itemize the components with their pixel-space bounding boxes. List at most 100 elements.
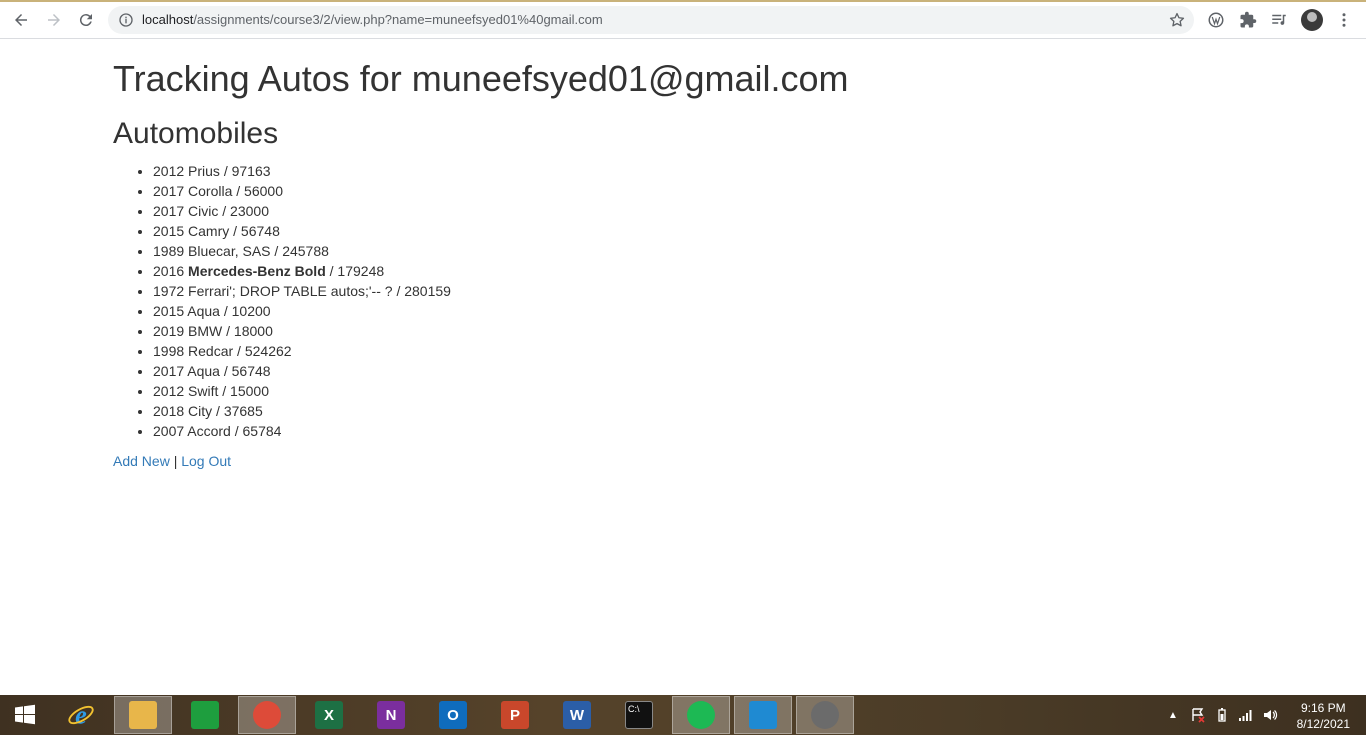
clock-time: 9:16 PM	[1300, 701, 1346, 715]
auto-mileage: / 56000	[232, 183, 283, 199]
action-center-flag-icon[interactable]	[1190, 707, 1206, 723]
auto-year-make: 2012 Prius	[153, 163, 220, 179]
network-signal-icon[interactable]	[1238, 707, 1254, 723]
start-button[interactable]	[0, 696, 50, 734]
onenote-icon: N	[377, 701, 405, 729]
vscode-icon	[749, 701, 777, 729]
taskbar-app-vscode[interactable]	[734, 696, 792, 734]
auto-mileage: / 37685	[212, 403, 263, 419]
taskbar-app-outlook[interactable]: O	[424, 696, 482, 734]
media-queue-icon[interactable]	[1269, 10, 1289, 30]
auto-mileage: / 524262	[233, 343, 292, 359]
auto-list-item: 2016 Mercedes-Benz Bold / 179248	[153, 261, 451, 281]
tray-overflow-chevron-icon[interactable]: ▲	[1168, 710, 1178, 721]
info-icon[interactable]	[118, 12, 134, 28]
word-icon: W	[563, 701, 591, 729]
spotify-icon	[687, 701, 715, 729]
arrow-left-icon	[15, 14, 27, 26]
forward-button[interactable]	[41, 7, 67, 33]
internet-explorer-icon: e	[68, 700, 94, 729]
taskbar-app-onenote[interactable]: N	[362, 696, 420, 734]
system-tray: ▲	[1168, 695, 1278, 735]
url-path: /assignments/course3/2/view.php?name=mun…	[193, 12, 603, 27]
section-heading: Automobiles	[113, 117, 279, 150]
auto-mileage: / 10200	[219, 303, 271, 319]
store-icon	[191, 701, 219, 729]
auto-list-item: 1989 Bluecar, SAS / 245788	[153, 241, 451, 261]
logout-link[interactable]: Log Out	[181, 453, 231, 469]
auto-mileage: / 18000	[222, 323, 273, 339]
auto-list-item: 2017 Civic / 23000	[153, 201, 451, 221]
auto-list-item: 1972 Ferrari'; DROP TABLE autos;'-- ? / …	[153, 281, 451, 301]
auto-mileage: / 179248	[325, 263, 385, 279]
powerpoint-icon: P	[501, 701, 529, 729]
taskbar: e X N O P W C:\ ▲ 9:16 PM 8/12/2021	[0, 695, 1366, 735]
taskbar-app-file-explorer[interactable]	[114, 696, 172, 734]
link-separator: |	[169, 453, 182, 469]
bookmark-star-icon[interactable]	[1168, 11, 1186, 29]
page-title: Tracking Autos for muneefsyed01@gmail.co…	[113, 58, 849, 99]
action-links: Add New | Log Out	[113, 451, 231, 471]
taskbar-app-spotify[interactable]	[672, 696, 730, 734]
auto-list-item: 2007 Accord / 65784	[153, 421, 451, 441]
taskbar-app-command-prompt[interactable]: C:\	[610, 696, 668, 734]
auto-list-item: 2017 Corolla / 56000	[153, 181, 451, 201]
auto-mileage: / 15000	[218, 383, 269, 399]
outlook-icon: O	[439, 701, 467, 729]
excel-icon: X	[315, 701, 343, 729]
auto-year-make: 2018 City	[153, 403, 213, 419]
file-explorer-icon	[129, 701, 157, 729]
auto-year-make: 1998 Redcar	[153, 343, 234, 359]
auto-year-make: 2016	[153, 263, 189, 279]
auto-year-make: 2015 Camry	[153, 223, 230, 239]
autos-list: 2012 Prius / 971632017 Corolla / 5600020…	[113, 161, 451, 441]
auto-year-make: 1989 Bluecar, SAS	[153, 243, 271, 259]
auto-list-item: 2018 City / 37685	[153, 401, 451, 421]
taskbar-app-excel[interactable]: X	[300, 696, 358, 734]
taskbar-app-internet-explorer[interactable]: e	[52, 696, 110, 734]
profile-avatar[interactable]	[1301, 9, 1323, 31]
add-new-link[interactable]: Add New	[113, 453, 170, 469]
auto-year-make: 1972 Ferrari'; DROP TABLE autos;'-- ?	[153, 283, 393, 299]
taskbar-app-chrome[interactable]	[238, 696, 296, 734]
taskbar-app-store[interactable]	[176, 696, 234, 734]
wordpress-extension-icon[interactable]	[1206, 10, 1226, 30]
taskbar-clock[interactable]: 9:16 PM 8/12/2021	[1297, 700, 1350, 732]
auto-mileage: / 280159	[392, 283, 451, 299]
reload-button[interactable]	[73, 7, 99, 33]
auto-list-item: 2019 BMW / 18000	[153, 321, 451, 341]
auto-list-item: 2015 Aqua / 10200	[153, 301, 451, 321]
windows-logo-icon	[15, 704, 35, 725]
url-text[interactable]: localhost/assignments/course3/2/view.php…	[142, 12, 603, 27]
clock-date: 8/12/2021	[1296, 717, 1350, 731]
taskbar-app-word[interactable]: W	[548, 696, 606, 734]
auto-year-make: 2017 Civic	[153, 203, 219, 219]
command-prompt-icon: C:\	[625, 701, 653, 729]
auto-make-bold: Mercedes-Benz Bold	[188, 263, 326, 279]
svg-text:e: e	[75, 700, 87, 729]
back-button[interactable]	[8, 7, 34, 33]
taskbar-app-powerpoint[interactable]: P	[486, 696, 544, 734]
taskbar-app-zotero-app[interactable]	[796, 696, 854, 734]
arrow-right-icon	[48, 14, 60, 26]
volume-icon[interactable]	[1262, 707, 1278, 723]
auto-year-make: 2017 Corolla	[153, 183, 233, 199]
extensions-puzzle-icon[interactable]	[1238, 10, 1258, 30]
auto-mileage: / 56748	[219, 363, 271, 379]
auto-mileage: / 56748	[229, 223, 280, 239]
auto-year-make: 2019 BMW	[153, 323, 223, 339]
auto-mileage: / 97163	[219, 163, 271, 179]
window-accent-bar	[0, 0, 1366, 2]
auto-year-make: 2007 Accord	[153, 423, 231, 439]
battery-icon[interactable]	[1214, 707, 1230, 723]
auto-year-make: 2015 Aqua	[153, 303, 220, 319]
auto-list-item: 2015 Camry / 56748	[153, 221, 451, 241]
address-bar[interactable]: localhost/assignments/course3/2/view.php…	[108, 6, 1194, 34]
menu-kebab-icon[interactable]	[1334, 10, 1354, 30]
auto-mileage: / 245788	[270, 243, 329, 259]
chrome-icon	[253, 701, 281, 729]
zotero-app-icon	[811, 701, 839, 729]
auto-mileage: / 65784	[230, 423, 282, 439]
auto-year-make: 2017 Aqua	[153, 363, 220, 379]
url-host: localhost	[142, 12, 194, 27]
